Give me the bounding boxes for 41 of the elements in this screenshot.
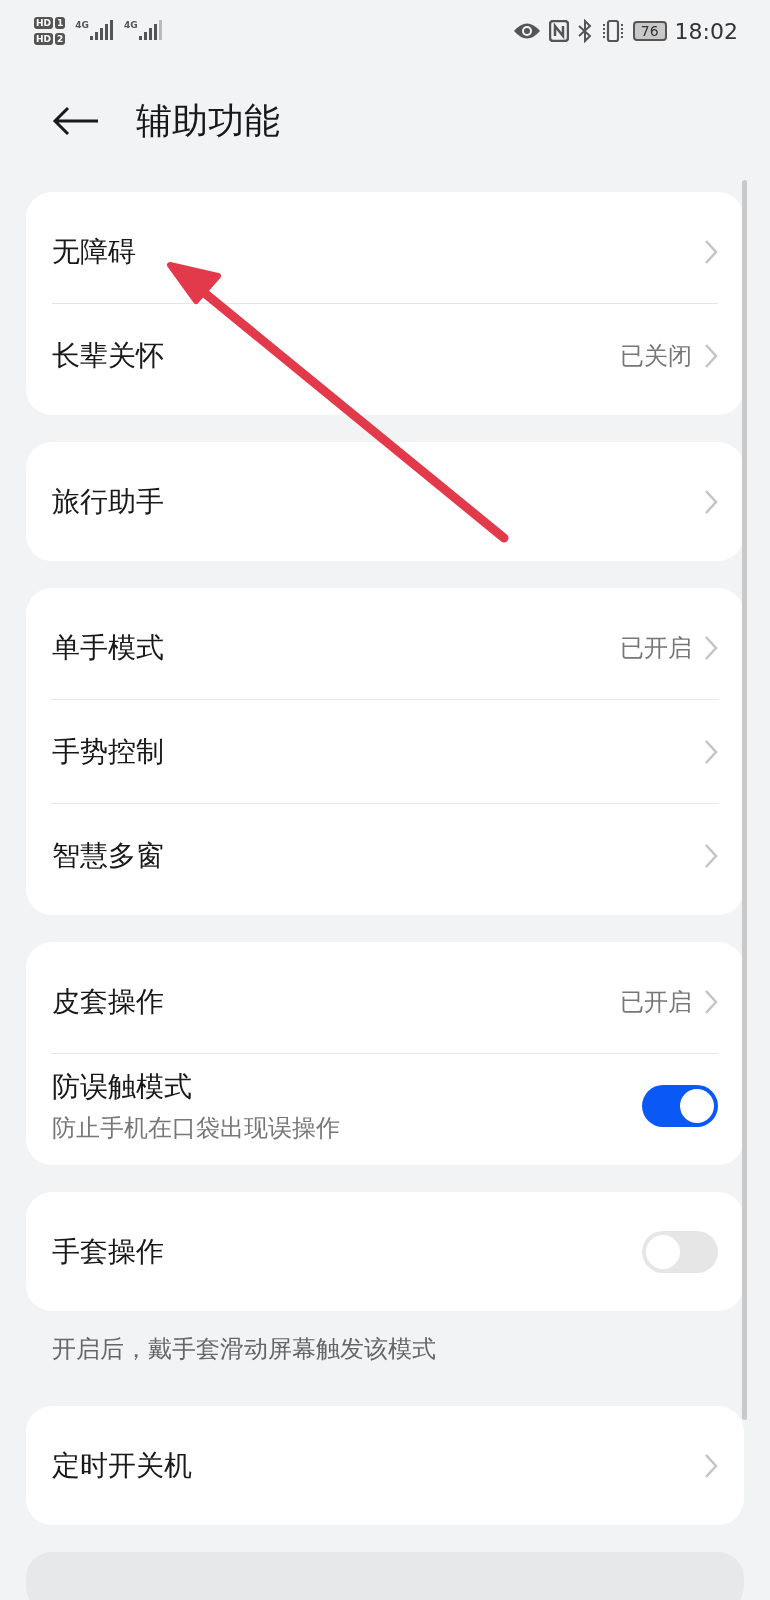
signal-icon — [138, 20, 163, 42]
hd-label: HD — [34, 17, 53, 29]
toggle-switch[interactable] — [642, 1230, 718, 1273]
clock-time: 18:02 — [674, 18, 738, 44]
toggle-switch[interactable] — [642, 1084, 718, 1127]
signal-icon — [89, 20, 114, 42]
setting-title[interactable]: 防误触模式 — [52, 1067, 630, 1106]
chevron-right-icon — [704, 634, 718, 661]
setting-hint: 开启后，戴手套滑动屏幕触发该模式 — [51, 1334, 437, 1365]
setting-title[interactable]: 旅行助手 — [52, 482, 692, 521]
chevron-right-icon — [704, 342, 718, 369]
setting-title[interactable]: 手势控制 — [52, 732, 692, 771]
chevron-right-icon — [704, 738, 718, 765]
setting-title[interactable]: 智慧多窗 — [52, 836, 692, 875]
sim-slot-label: 2 — [55, 33, 66, 45]
setting-title[interactable]: 皮套操作 — [52, 982, 608, 1021]
sim-slot-label: 1 — [55, 17, 66, 29]
setting-description: 防止手机在口袋出现误操作 — [52, 1112, 341, 1144]
status-value: 已开启 — [620, 632, 692, 664]
chevron-right-icon — [704, 238, 718, 265]
chevron-right-icon — [704, 988, 718, 1015]
network-type: 4G — [75, 20, 89, 30]
hd-label: HD — [34, 33, 53, 45]
chevron-right-icon — [704, 842, 718, 869]
page-title: 辅助功能 — [136, 98, 280, 143]
bluetooth-icon — [576, 19, 593, 43]
vibrate-icon — [600, 19, 625, 43]
setting-title[interactable]: 无障碍 — [52, 232, 692, 271]
chevron-right-icon — [704, 1452, 718, 1479]
network-type: 4G — [123, 20, 138, 30]
status-value: 已开启 — [620, 986, 692, 1018]
eye-icon — [512, 22, 541, 40]
setting-title[interactable]: 定时开关机 — [52, 1446, 692, 1485]
setting-title[interactable]: 单手模式 — [52, 628, 608, 667]
back-arrow-icon[interactable] — [52, 106, 100, 136]
status-value: 已关闭 — [620, 340, 692, 372]
setting-title[interactable]: 手套操作 — [52, 1232, 630, 1271]
battery-level: 76 — [632, 21, 667, 41]
setting-title[interactable]: 长辈关怀 — [52, 336, 608, 375]
chevron-right-icon — [704, 488, 718, 515]
nfc-icon — [548, 20, 569, 42]
